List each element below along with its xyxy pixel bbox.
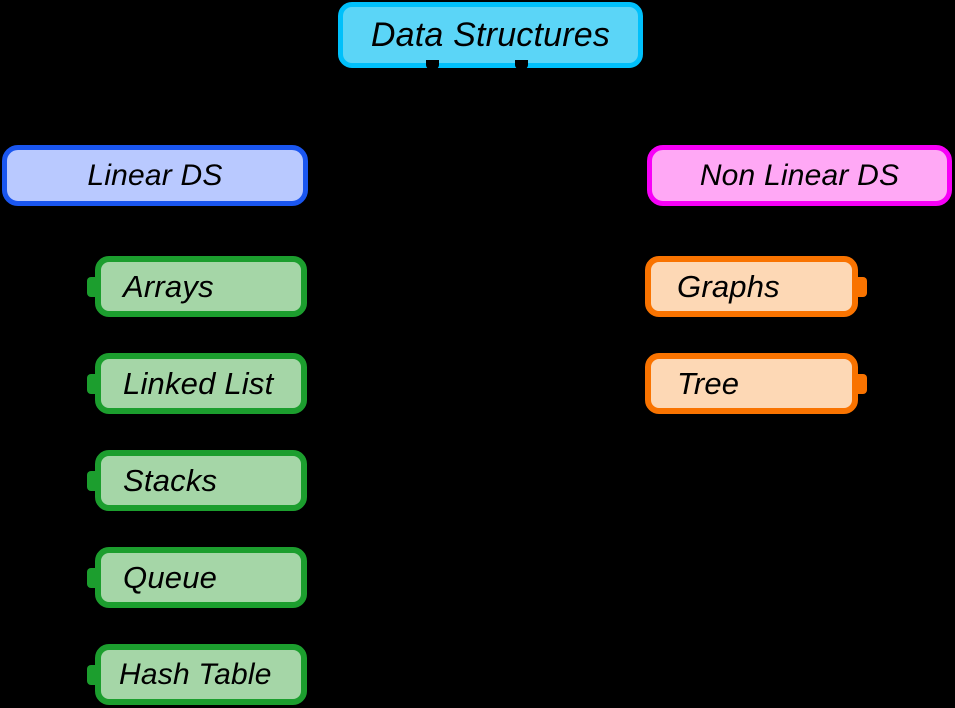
node-linear-ds[interactable]: Linear DS — [2, 145, 308, 206]
node-data-structures[interactable]: Data Structures — [338, 2, 643, 68]
node-arrays[interactable]: Arrays — [95, 256, 307, 317]
node-label: Non Linear DS — [699, 158, 900, 192]
edge-linear-spine — [60, 206, 63, 676]
edge-root-to-nonlinear — [521, 68, 524, 108]
node-label: Graphs — [677, 268, 780, 304]
node-label: Data Structures — [370, 15, 611, 54]
node-queue[interactable]: Queue — [95, 547, 307, 608]
node-label: Tree — [677, 365, 740, 401]
node-label: Hash Table — [119, 657, 272, 691]
node-label: Arrays — [123, 268, 214, 304]
node-tree[interactable]: Tree — [645, 353, 858, 414]
node-graphs[interactable]: Graphs — [645, 256, 858, 317]
edge-nonlinear-spine — [895, 206, 898, 386]
node-hash-table[interactable]: Hash Table — [95, 644, 307, 705]
node-linked-list[interactable]: Linked List — [95, 353, 307, 414]
edge-root-to-linear — [432, 68, 435, 108]
diagram-canvas: Data Structures Linear DS Non Linear DS … — [0, 0, 955, 708]
node-label: Stacks — [123, 462, 218, 498]
node-label: Linked List — [123, 365, 274, 401]
node-label: Queue — [123, 559, 218, 595]
node-non-linear-ds[interactable]: Non Linear DS — [647, 145, 952, 206]
node-stacks[interactable]: Stacks — [95, 450, 307, 511]
node-label: Linear DS — [87, 158, 223, 192]
